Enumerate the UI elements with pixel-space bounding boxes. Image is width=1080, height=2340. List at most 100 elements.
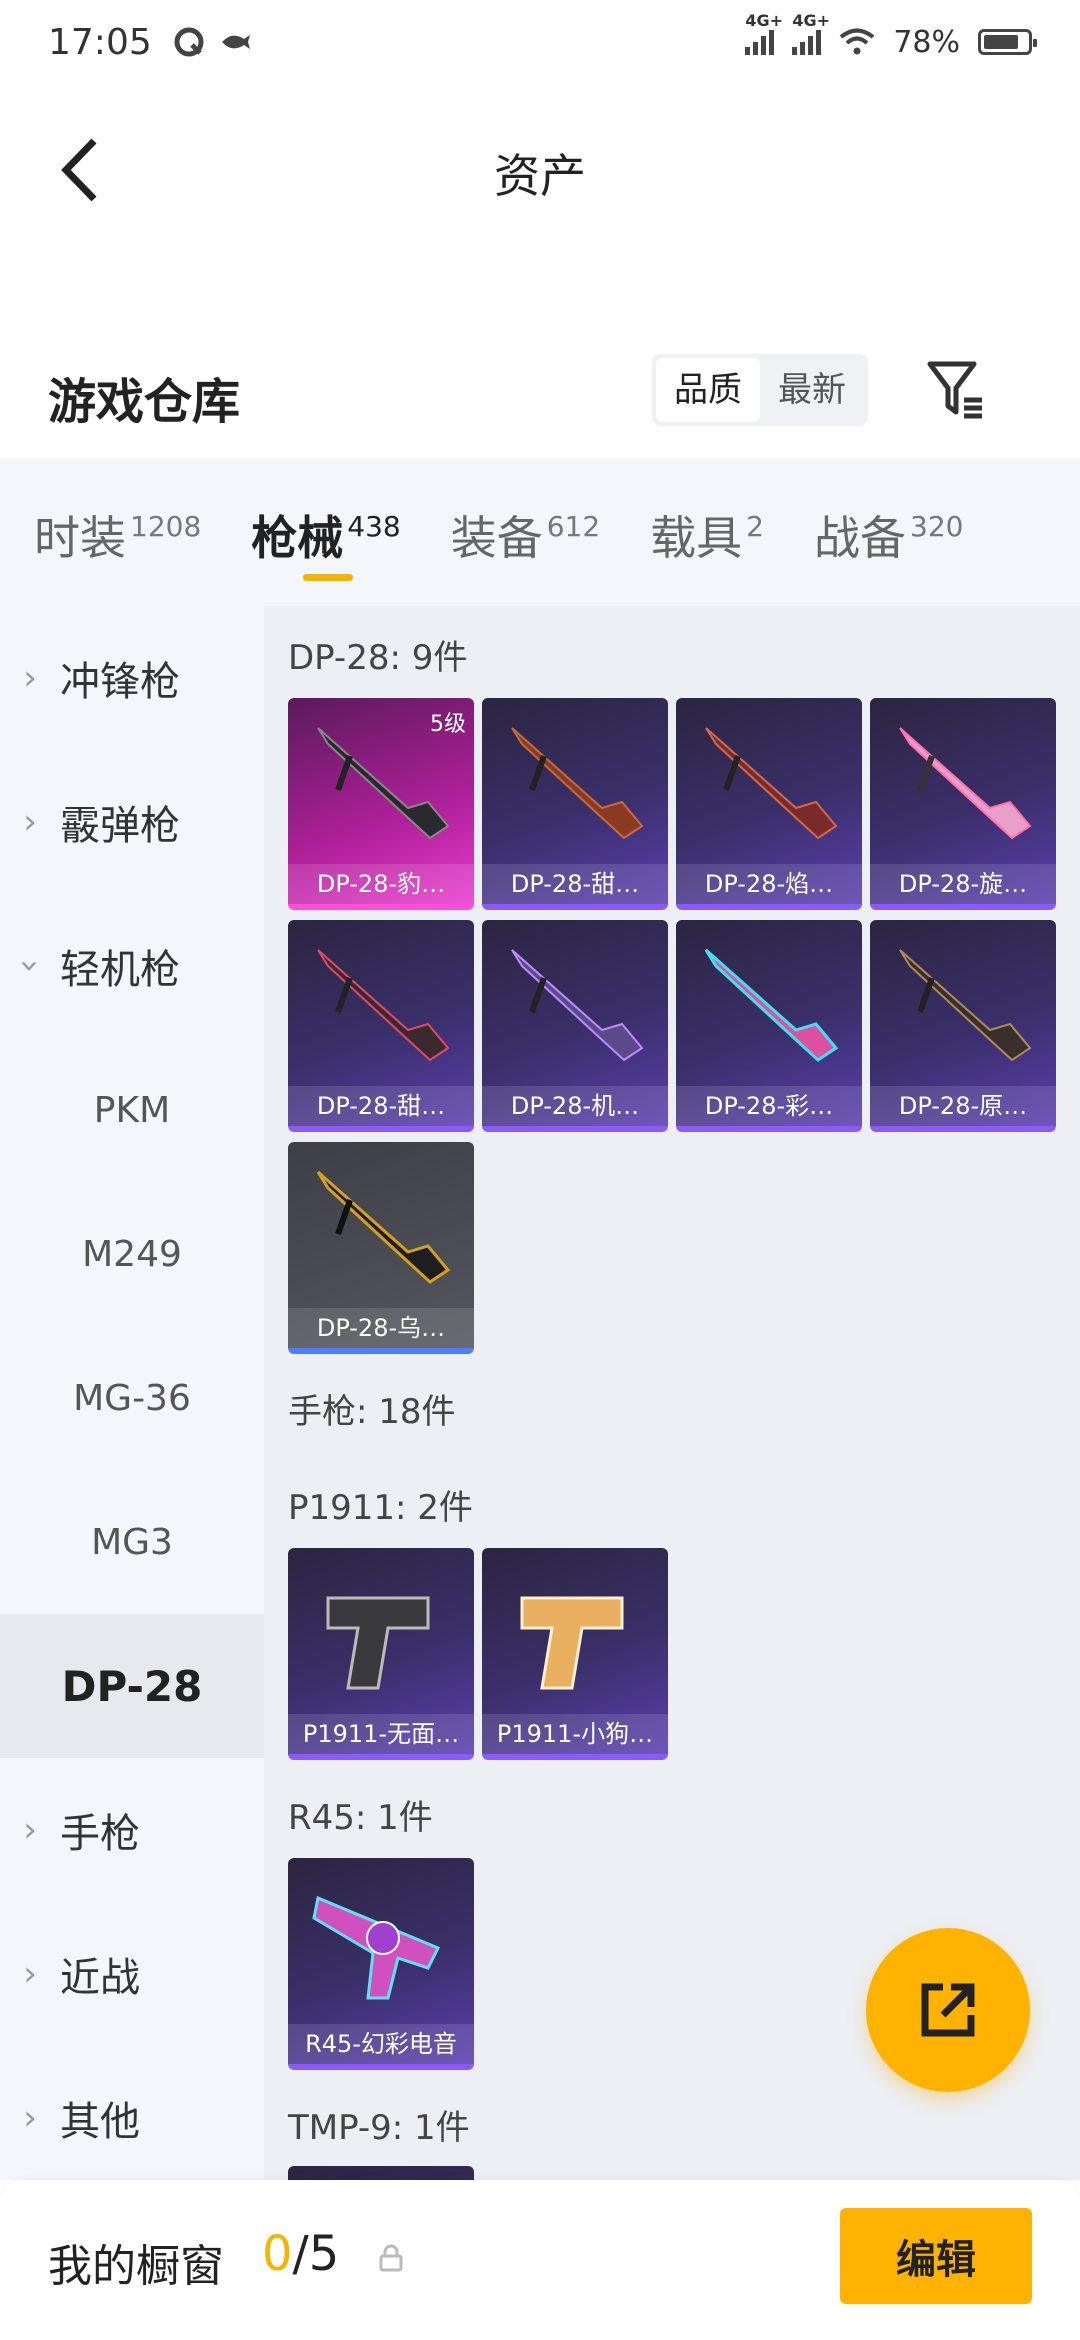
weapon-card-label: DP-28-乌…: [288, 1308, 474, 1348]
weapon-card-label: P1911-小狗…: [482, 1714, 668, 1754]
category-tabs: 时装 1208 枪械 438 装备 612 载具 2 战备 320: [0, 458, 1080, 606]
sidebar-item-label: M249: [82, 1233, 182, 1275]
sidebar-item-pistol[interactable]: › 手枪: [0, 1758, 264, 1902]
sidebar-item-label: 霰弹枪: [60, 803, 180, 849]
header: 资产: [0, 110, 1080, 230]
group-title: 手枪: 18件: [288, 1392, 456, 1432]
tab-supplies[interactable]: 战备 320: [814, 502, 963, 568]
sort-quality-option[interactable]: 品质: [656, 358, 760, 422]
sort-latest-option[interactable]: 最新: [760, 358, 864, 422]
fish-notification-icon: [221, 35, 250, 49]
weapon-card-label: DP-28-甜…: [288, 1086, 474, 1126]
sidebar-item-label: MG-36: [73, 1377, 191, 1419]
weapon-card[interactable]: DP-28-机…: [482, 920, 668, 1132]
cell-signal-icon: 4G+: [745, 11, 783, 55]
sidebar-item-label: DP-28: [61, 1661, 203, 1711]
chevron-right-icon: ›: [23, 1954, 37, 1994]
sidebar-item-label: PKM: [93, 1089, 171, 1131]
weapon-card[interactable]: R45-幻彩电音: [288, 1858, 474, 2070]
cell-signal-icon-2: 4G+: [792, 11, 830, 55]
weapon-card[interactable]: DP-28-旋…: [870, 698, 1056, 910]
tab-fashion[interactable]: 时装 1208: [34, 502, 201, 568]
tab-vehicles[interactable]: 载具 2: [650, 502, 764, 568]
sidebar-item-label: 轻机枪: [60, 947, 180, 993]
weapon-card[interactable]: DP-28-甜…: [482, 698, 668, 910]
asset-page: 17:05 4G+ 4G+ 78% 资产 游戏仓库 品质 最新 时装 1208 …: [0, 0, 1080, 2340]
showcase-current: 0: [262, 2226, 293, 2282]
pistol-icon: [326, 1596, 430, 1690]
showcase-total: /5: [292, 2226, 340, 2282]
sidebar-item-shotgun[interactable]: › 霰弹枪: [0, 750, 264, 894]
tab-count: 438: [347, 510, 401, 543]
tab-count: 320: [910, 510, 964, 543]
showcase-label: 我的橱窗: [48, 2241, 224, 2292]
sidebar-subitem-dp28[interactable]: DP-28: [0, 1614, 264, 1758]
sidebar-item-smg[interactable]: › 冲锋枪: [0, 606, 264, 750]
weapon-card[interactable]: 5级 DP-28-豹…: [288, 698, 474, 910]
lock-icon: [379, 2244, 403, 2272]
rifle-icon: [511, 727, 644, 840]
group-title: TMP-9: 1件: [288, 2108, 470, 2148]
weapon-card[interactable]: DP-28-原…: [870, 920, 1056, 1132]
tab-firearms[interactable]: 枪械 438: [251, 502, 401, 581]
weapon-card-label: DP-28-机…: [482, 1086, 668, 1126]
battery-percent: 78%: [893, 24, 960, 60]
tab-count: 1208: [130, 510, 202, 543]
weapon-card-label: DP-28-彩…: [676, 1086, 862, 1126]
sidebar-item-melee[interactable]: › 近战: [0, 1902, 264, 2046]
weapon-card[interactable]: DP-28-甜…: [288, 920, 474, 1132]
rifle-icon: [316, 1170, 451, 1284]
sidebar-item-other[interactable]: › 其他: [0, 2046, 264, 2190]
weapon-card[interactable]: P1911-小狗…: [482, 1548, 668, 1760]
tab-label: 装备: [450, 511, 543, 565]
rifle-icon: [899, 949, 1032, 1062]
weapon-card[interactable]: DP-28-焰…: [676, 698, 862, 910]
tab-label: 载具: [650, 511, 743, 565]
rifle-icon: [705, 727, 838, 840]
sidebar-item-label: 近战: [60, 1955, 140, 2001]
pistol-icon: [520, 1596, 624, 1690]
tab-count: 2: [746, 510, 764, 543]
rifle-icon: [317, 949, 450, 1062]
weapon-card-label: DP-28-旋…: [870, 864, 1056, 904]
chevron-right-icon: ›: [23, 1810, 37, 1850]
weapon-card-label: DP-28-原…: [870, 1086, 1056, 1126]
edit-button[interactable]: 编辑: [840, 2208, 1032, 2304]
sidebar-item-label: 其他: [60, 2099, 140, 2145]
sidebar-item-label: MG3: [91, 1521, 173, 1563]
rifle-icon: [899, 727, 1032, 840]
status-bar: 17:05 4G+ 4G+ 78%: [0, 0, 1080, 84]
sort-toggle: 品质 最新: [652, 354, 868, 426]
group-title: R45: 1件: [288, 1798, 433, 1838]
rifle-icon: [704, 948, 839, 1062]
sidebar-item-label: 手枪: [60, 1811, 140, 1857]
group-title: DP-28: 9件: [288, 638, 468, 678]
weapon-card[interactable]: P1911-无面…: [288, 1548, 474, 1760]
share-icon: [921, 1983, 975, 2037]
tab-label: 枪械: [251, 511, 344, 565]
sidebar-subitem-mg36[interactable]: MG-36: [0, 1326, 264, 1470]
tab-count: 612: [546, 510, 601, 543]
chevron-right-icon: ›: [23, 2098, 37, 2138]
chevron-right-icon: ›: [23, 658, 37, 698]
weapon-card[interactable]: DP-28-彩…: [676, 920, 862, 1132]
filter-button[interactable]: [920, 354, 992, 426]
weapon-card-label: DP-28-甜…: [482, 864, 668, 904]
share-button[interactable]: [866, 1928, 1030, 2092]
sidebar-subitem-mg3[interactable]: MG3: [0, 1470, 264, 1614]
section-title: 游戏仓库: [48, 374, 241, 430]
chevron-right-icon: ›: [23, 802, 37, 842]
page-title: 资产: [494, 149, 586, 203]
filter-icon: [927, 361, 982, 419]
weapon-card-label: DP-28-豹…: [288, 864, 474, 904]
tab-label: 时装: [34, 511, 126, 565]
weapon-card-label: DP-28-焰…: [676, 864, 862, 904]
showcase-count: 0/5: [262, 2226, 339, 2282]
sidebar-subitem-pkm[interactable]: PKM: [0, 1038, 264, 1182]
weapon-card[interactable]: [288, 2166, 474, 2180]
weapon-card[interactable]: DP-28-乌…: [288, 1142, 474, 1354]
sidebar-subitem-m249[interactable]: M249: [0, 1182, 264, 1326]
tab-equipment[interactable]: 装备 612: [451, 502, 600, 568]
sidebar-item-lmg[interactable]: › 轻机枪: [0, 894, 264, 1038]
weapon-card-label: P1911-无面…: [288, 1714, 474, 1754]
